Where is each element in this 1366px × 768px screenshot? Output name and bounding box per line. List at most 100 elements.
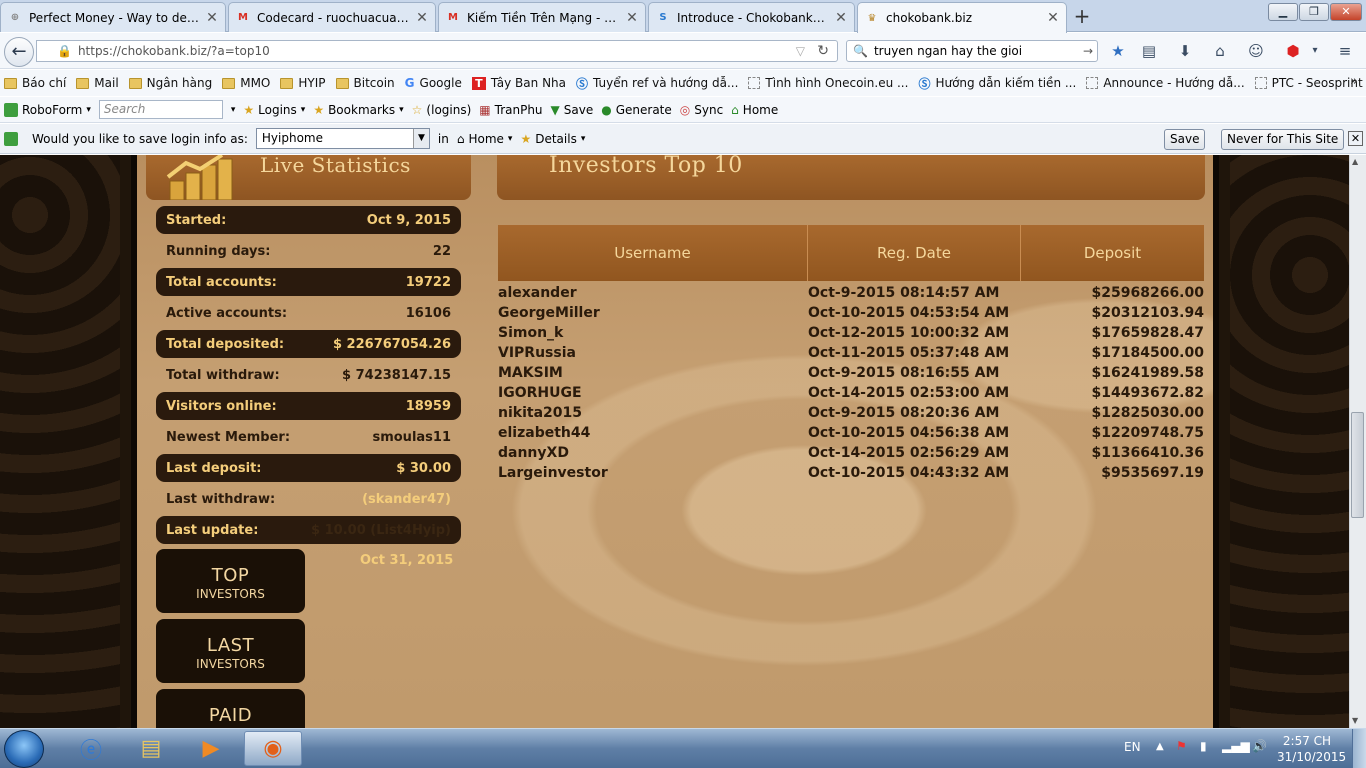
download-icon[interactable]: ⬇	[1174, 40, 1196, 62]
nav-button-top[interactable]: TOP INVESTORS	[156, 549, 305, 613]
tab-close-icon[interactable]: ✕	[205, 10, 219, 26]
clock[interactable]: 2:57 CH 31/10/2015	[1277, 733, 1346, 765]
media-player-icon[interactable]: ▶	[182, 731, 240, 766]
roboform-tranphu-button[interactable]: ▦ TranPhu	[479, 103, 542, 117]
menu-icon[interactable]: ≡	[1334, 40, 1356, 62]
show-desktop-button[interactable]	[1352, 729, 1366, 768]
tab-2[interactable]: M Codecard - ruochuacuatun... ✕	[228, 2, 436, 32]
t-icon: T	[471, 76, 486, 90]
language-indicator[interactable]: EN	[1124, 740, 1141, 754]
tab-5[interactable]: ♛ chokobank.biz ✕	[857, 2, 1067, 33]
save-bar-close-button[interactable]: ✕	[1348, 131, 1363, 146]
lock-icon: 🔒	[57, 44, 72, 58]
bookmark-item[interactable]: Ⓢ Hướng dẫn kiếm tiền ...	[918, 75, 1076, 92]
firefox-icon[interactable]: ◉	[244, 731, 302, 766]
web-page: Live Statistics Investors Top 10 Started…	[0, 155, 1349, 728]
nav-button-paid[interactable]: PAID	[156, 689, 305, 728]
nav-button-last[interactable]: LAST INVESTORS	[156, 619, 305, 683]
column-header-reg-date: Reg. Date	[808, 225, 1021, 281]
star-icon: ☆	[411, 102, 423, 117]
url-bar[interactable]: 🔒 https://chokobank.biz/?a=top10 ▽ ↻	[36, 40, 838, 62]
tray-expand-icon[interactable]: ▲	[1156, 741, 1164, 752]
reload-icon[interactable]: ↻	[817, 43, 829, 59]
window-close-button[interactable]: ✕	[1330, 3, 1362, 21]
tab-1[interactable]: ⊕ Perfect Money - Way to develo... ✕	[0, 2, 226, 32]
file-explorer-icon[interactable]: ▤	[122, 731, 180, 766]
bookmark-item[interactable]: Tình hình Onecoin.eu ...	[748, 76, 908, 90]
roboform-bookmarks-button[interactable]: ★ Bookmarks ▾	[313, 103, 403, 117]
home-icon[interactable]: ⌂	[1209, 40, 1231, 62]
cell-username: IGORHUGE	[498, 385, 582, 401]
bookmark-item[interactable]: G Google	[405, 76, 462, 90]
roboform-sync-button[interactable]: ◎ Sync	[680, 103, 723, 117]
tab-close-icon[interactable]: ✕	[834, 10, 848, 26]
bookmark-item[interactable]: Announce - Hướng dẫ...	[1086, 76, 1245, 90]
scroll-down-icon[interactable]: ▼	[1352, 716, 1358, 725]
restore-button[interactable]: ❐	[1299, 3, 1329, 21]
new-tab-button[interactable]: +	[1070, 5, 1094, 27]
save-icon: ▼	[550, 102, 560, 117]
start-button[interactable]	[4, 730, 44, 768]
chevron-down-icon[interactable]: ▾	[1304, 40, 1326, 62]
adblock-icon[interactable]: ⬢	[1282, 40, 1304, 62]
bookmark-item[interactable]: HYIP	[280, 76, 326, 90]
chat-icon[interactable]: ☺	[1245, 40, 1267, 62]
roboform-toolbar: RoboForm ▾ Search ▾ ★ Logins ▾ ★ Bookmarks ▾ …	[0, 97, 1366, 123]
cell-deposit: $17659828.47	[1091, 325, 1204, 341]
folder-icon	[280, 77, 294, 89]
chevron-down-icon[interactable]: ▾	[231, 105, 236, 115]
roboform-logins-paren-button[interactable]: ☆ (logins)	[412, 103, 472, 117]
network-signal-icon[interactable]: ▂▄▆	[1222, 739, 1250, 753]
bookmark-item[interactable]: Mail	[76, 76, 119, 90]
bookmark-star-outline-icon[interactable]: ▽	[796, 44, 805, 58]
roboform-generate-button[interactable]: ● Generate	[601, 103, 672, 117]
roboform-home-button[interactable]: ⌂ Home	[731, 103, 778, 117]
power-icon[interactable]: ▮	[1200, 739, 1207, 753]
stat-label: Total deposited:	[166, 336, 285, 352]
tab-close-icon[interactable]: ✕	[1046, 10, 1060, 26]
bookmark-star-icon[interactable]: ★	[1107, 40, 1129, 62]
bookmark-item[interactable]: Ⓢ Tuyển ref và hướng dẫ...	[576, 75, 738, 92]
live-statistics-title: Live Statistics	[260, 155, 411, 177]
search-go-icon[interactable]: →	[1083, 44, 1093, 58]
stat-row: Total withdraw: $ 74238147.15	[156, 361, 461, 389]
bookmark-item[interactable]: Bitcoin	[335, 76, 395, 90]
bookmarks-overflow-button[interactable]: »	[1350, 74, 1358, 89]
never-for-site-button[interactable]: Never for This Site	[1221, 129, 1345, 150]
minimize-button[interactable]: ▁	[1268, 3, 1298, 21]
folder-icon	[76, 77, 90, 89]
tab-3[interactable]: M Kiếm Tiền Trên Mạng - Ma... ✕	[438, 2, 646, 32]
roboform-search-input[interactable]: Search	[98, 100, 223, 119]
volume-icon[interactable]: 🔊	[1252, 739, 1267, 753]
bookmark-item[interactable]: T Tây Ban Nha	[471, 76, 566, 90]
details-button[interactable]: ★ Details ▾	[520, 132, 585, 146]
search-input[interactable]: truyen ngan hay the gioi	[874, 44, 1022, 58]
save-name-select[interactable]: Hyiphome ▼	[255, 128, 430, 149]
generate-icon: ●	[601, 102, 612, 117]
tab-4[interactable]: S Introduce - Chokobank - c... ✕	[648, 2, 855, 32]
folder-icon	[222, 77, 236, 89]
search-bar[interactable]: 🔍 truyen ngan hay the gioi →	[846, 40, 1098, 62]
stat-row: Started: Oct 9, 2015	[156, 206, 461, 234]
tab-close-icon[interactable]: ✕	[415, 10, 429, 26]
bookmarks-list-icon[interactable]: ▤	[1138, 40, 1160, 62]
identity-icon: ▦	[479, 102, 491, 117]
scroll-up-icon[interactable]: ▲	[1352, 157, 1358, 166]
tab-close-icon[interactable]: ✕	[625, 10, 639, 26]
internet-explorer-icon[interactable]: ⓔ	[62, 731, 120, 766]
table-row: alexander Oct-9-2015 08:14:57 AM $25968266…	[498, 283, 1204, 303]
back-button[interactable]: ←	[4, 37, 34, 67]
bookmark-item[interactable]: MMO	[222, 76, 270, 90]
stat-row: Total deposited: $ 226767054.26	[156, 330, 461, 358]
save-folder-select[interactable]: ⌂ Home ▾	[457, 132, 513, 146]
bookmark-item[interactable]: Báo chí	[4, 76, 66, 90]
bookmark-item[interactable]: Ngân hàng	[128, 76, 212, 90]
save-login-button[interactable]: Save	[1164, 129, 1206, 150]
roboform-save-button[interactable]: ▼ Save	[551, 103, 594, 117]
investors-table-body: alexander Oct-9-2015 08:14:57 AM $25968266…	[498, 283, 1204, 483]
scrollbar-thumb[interactable]	[1351, 412, 1364, 518]
stat-value: Oct 9, 2015	[366, 212, 451, 228]
roboform-logins-button[interactable]: ★ Logins ▾	[243, 103, 305, 117]
security-alert-icon[interactable]: ⚑	[1176, 739, 1187, 753]
roboform-menu[interactable]: RoboForm ▾	[4, 102, 91, 117]
